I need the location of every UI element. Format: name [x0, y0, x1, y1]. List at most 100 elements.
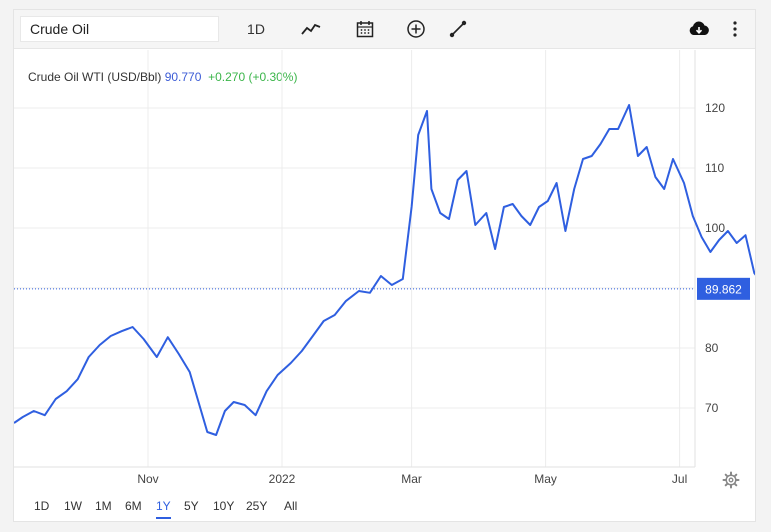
price-point: [708, 250, 712, 254]
price-series-line: [14, 104, 755, 436]
price-point: [590, 154, 594, 158]
price-point: [379, 274, 383, 278]
price-point: [627, 103, 631, 107]
price-point: [205, 430, 209, 434]
price-point: [43, 413, 47, 417]
y-tick-label: 70: [705, 401, 719, 415]
price-point: [484, 211, 488, 215]
price-point: [142, 337, 146, 341]
x-tick-label: Mar: [401, 472, 422, 486]
price-point: [131, 325, 135, 329]
range-1m-button[interactable]: 1M: [95, 499, 112, 517]
price-point: [438, 211, 442, 215]
x-tick-label: 2022: [269, 472, 296, 486]
range-selector: 1D 1W 1M 6M 1Y 5Y 10Y 25Y All: [14, 495, 755, 523]
x-tick-label: May: [534, 472, 557, 486]
price-chart[interactable]: 708090100110120Nov2022MarMayJul89.862: [14, 10, 755, 490]
price-point: [735, 241, 739, 245]
price-point: [465, 169, 469, 173]
price-point: [243, 403, 247, 407]
price-point: [76, 377, 80, 381]
price-point: [300, 349, 304, 353]
y-tick-label: 80: [705, 341, 719, 355]
price-point: [344, 299, 348, 303]
price-point: [607, 127, 611, 131]
price-point: [177, 352, 181, 356]
price-point: [700, 235, 704, 239]
price-point: [201, 415, 205, 419]
y-tick-label: 110: [705, 161, 724, 175]
price-point: [502, 205, 506, 209]
price-point: [416, 133, 420, 137]
price-point: [188, 370, 192, 374]
y-tick-label: 120: [705, 101, 725, 115]
price-point: [333, 313, 337, 317]
price-point: [109, 334, 113, 338]
price-point: [87, 355, 91, 359]
price-point: [537, 205, 541, 209]
price-point: [563, 229, 567, 233]
price-point: [555, 181, 559, 185]
price-point: [368, 291, 372, 295]
range-1y-button[interactable]: 1Y: [156, 499, 171, 519]
price-point: [120, 329, 124, 333]
price-point: [155, 355, 159, 359]
y-tick-label: 100: [705, 221, 725, 235]
price-point: [636, 154, 640, 158]
price-point: [429, 187, 433, 191]
price-point: [581, 157, 585, 161]
price-point: [322, 319, 326, 323]
range-6m-button[interactable]: 6M: [125, 499, 142, 517]
price-point: [653, 175, 657, 179]
price-point: [232, 400, 236, 404]
price-point: [616, 127, 620, 131]
price-point: [473, 223, 477, 227]
price-point: [254, 413, 258, 417]
price-point: [214, 433, 218, 437]
x-tick-label: Nov: [137, 472, 158, 486]
price-point: [21, 415, 25, 419]
price-point: [572, 187, 576, 191]
price-point: [493, 247, 497, 251]
price-point: [390, 283, 394, 287]
price-point: [289, 361, 293, 365]
price-point: [425, 109, 429, 113]
price-point: [528, 223, 532, 227]
price-point: [65, 389, 69, 393]
price-point: [662, 187, 666, 191]
price-point: [223, 409, 227, 413]
price-point: [519, 214, 523, 218]
price-point: [717, 238, 721, 242]
price-point: [265, 389, 269, 393]
range-all-button[interactable]: All: [284, 499, 297, 517]
price-point: [599, 142, 603, 146]
price-point: [744, 233, 748, 237]
price-point: [311, 334, 315, 338]
price-point: [166, 335, 170, 339]
price-point: [54, 397, 58, 401]
price-point: [511, 202, 515, 206]
range-5y-button[interactable]: 5Y: [184, 499, 199, 517]
range-10y-button[interactable]: 10Y: [213, 499, 234, 517]
x-tick-label: Jul: [672, 472, 687, 486]
price-point: [410, 205, 414, 209]
range-1w-button[interactable]: 1W: [64, 499, 82, 517]
price-point: [32, 409, 36, 413]
range-25y-button[interactable]: 25Y: [246, 499, 267, 517]
price-point: [546, 199, 550, 203]
price-point: [98, 343, 102, 347]
price-point: [447, 217, 451, 221]
price-point: [752, 271, 755, 275]
price-point: [671, 157, 675, 161]
price-point: [276, 373, 280, 377]
settings-gear-icon[interactable]: [722, 471, 740, 489]
price-point: [691, 214, 695, 218]
price-point: [645, 145, 649, 149]
range-1d-button[interactable]: 1D: [34, 499, 49, 517]
price-point: [726, 229, 730, 233]
price-point: [456, 178, 460, 182]
current-price-label: 89.862: [705, 282, 742, 296]
price-point: [357, 289, 361, 293]
chart-widget: Crude Oil 1D Crude Oil WTI (USD/Bbl) 90.…: [13, 9, 756, 522]
price-point: [401, 277, 405, 281]
